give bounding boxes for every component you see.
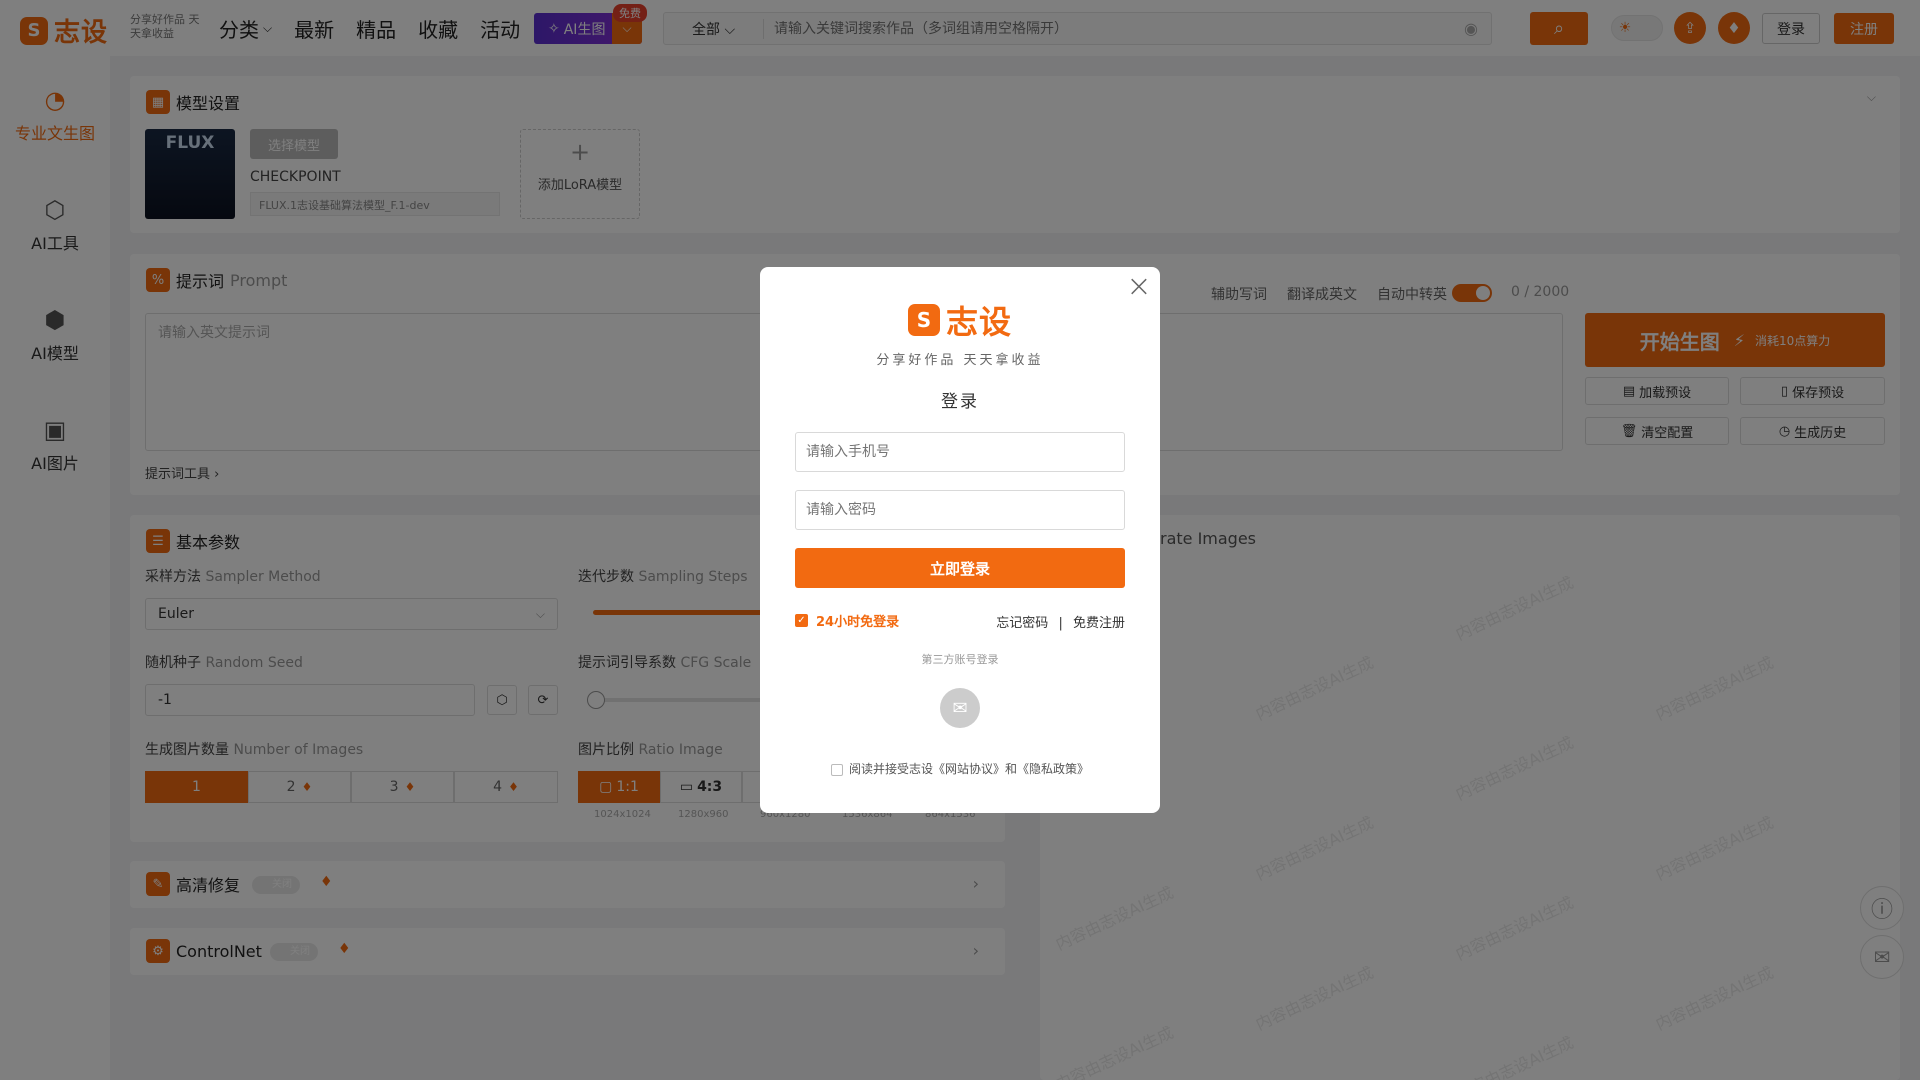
login-modal: × S 志设 分享好作品 天天拿收益 登录 立即登录 ✓24小时免登录 忘记密码… (760, 267, 1160, 813)
modal-logo: S 志设 (760, 297, 1160, 343)
check-icon: ✓ (795, 614, 808, 627)
modal-slogan: 分享好作品 天天拿收益 (876, 353, 1044, 368)
modal-links: 忘记密码 | 免费注册 (996, 612, 1125, 631)
link-separator: | (1058, 616, 1063, 631)
third-party-label: 第三方账号登录 (921, 653, 999, 666)
password-field[interactable] (795, 490, 1125, 530)
forgot-password-link[interactable]: 忘记密码 (996, 616, 1048, 631)
wechat-login-icon[interactable]: ✉ (940, 688, 980, 728)
agreement-checkbox[interactable]: 阅读并接受志设《网站协议》和《隐私政策》 (760, 760, 1160, 777)
phone-field[interactable] (795, 432, 1125, 472)
free-register-link[interactable]: 免费注册 (1073, 616, 1125, 631)
login-submit-button[interactable]: 立即登录 (795, 548, 1125, 588)
logo-text: 志设 (945, 303, 1012, 341)
modal-title: 登录 (941, 392, 979, 412)
checkbox-icon (830, 763, 843, 776)
logo-mark: S (907, 304, 940, 336)
remember-login-checkbox[interactable]: ✓ 24小时免登录 (795, 611, 899, 630)
